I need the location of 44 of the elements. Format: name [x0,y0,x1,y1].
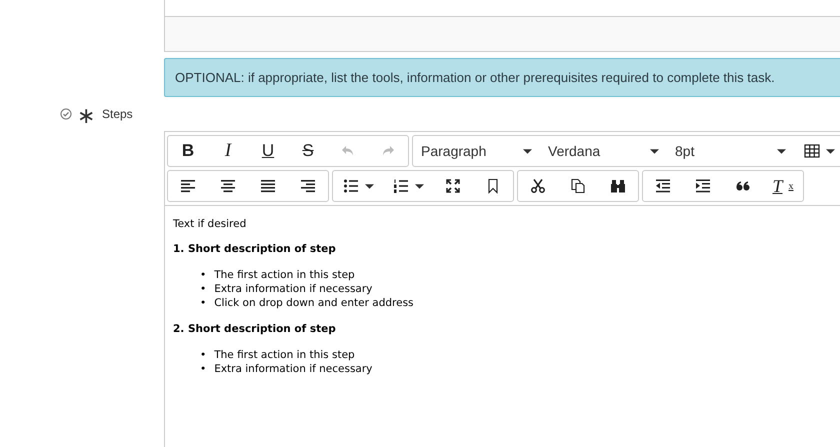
align-right-icon [300,178,316,194]
bullet: • [200,362,206,376]
binoculars-icon [610,178,626,194]
numbered-list-icon [392,178,408,194]
bullet: • [200,268,206,282]
caret-icon [650,148,659,154]
field-label: Steps [102,107,133,121]
bullet-list-icon [342,178,358,194]
list-item: Extra information if necessary [214,362,372,376]
list-item: Click on drop down and enter address [214,296,414,310]
paragraph: Text if desired [173,218,248,230]
bullet: • [200,348,206,362]
strike-button[interactable]: S [288,137,328,165]
list-item: The first action in this step [214,268,355,282]
copy-icon [570,178,586,194]
bullet: • [200,282,206,296]
dropdown[interactable]: Verdana [540,137,667,165]
caret-icon [523,148,532,154]
caret-icon [777,148,786,154]
dropdown[interactable]: Paragraph [413,137,540,165]
caret-icon [414,184,424,188]
text-field[interactable] [164,17,840,52]
text-field[interactable] [164,0,840,17]
bullet: • [200,296,206,310]
underline-button[interactable]: U [248,137,288,165]
justify-icon [260,178,276,194]
align-center-icon [220,178,236,194]
bold-button[interactable]: B [168,137,208,165]
align-left-icon [180,178,196,194]
step-heading: 1. Short description of step [173,243,337,255]
indent-icon [695,178,711,194]
dropdown[interactable]: 8pt [667,137,794,165]
info-message: OPTIONAL: if appropriate, list the tools, information or other prerequisites required to complete this task. [164,58,840,97]
list-item: The first action in this step [214,348,355,362]
outdent-icon [655,178,671,194]
italic-button[interactable]: I [208,137,248,165]
caret-icon [826,148,834,154]
list-item: Extra information if necessary [214,282,372,296]
fullscreen-icon [445,178,461,194]
scissors-icon [530,178,546,194]
required-mark: ∗ [77,105,95,127]
table-icon [804,143,820,159]
caret-icon [364,184,374,188]
step-heading: 2. Short description of step [173,323,337,335]
